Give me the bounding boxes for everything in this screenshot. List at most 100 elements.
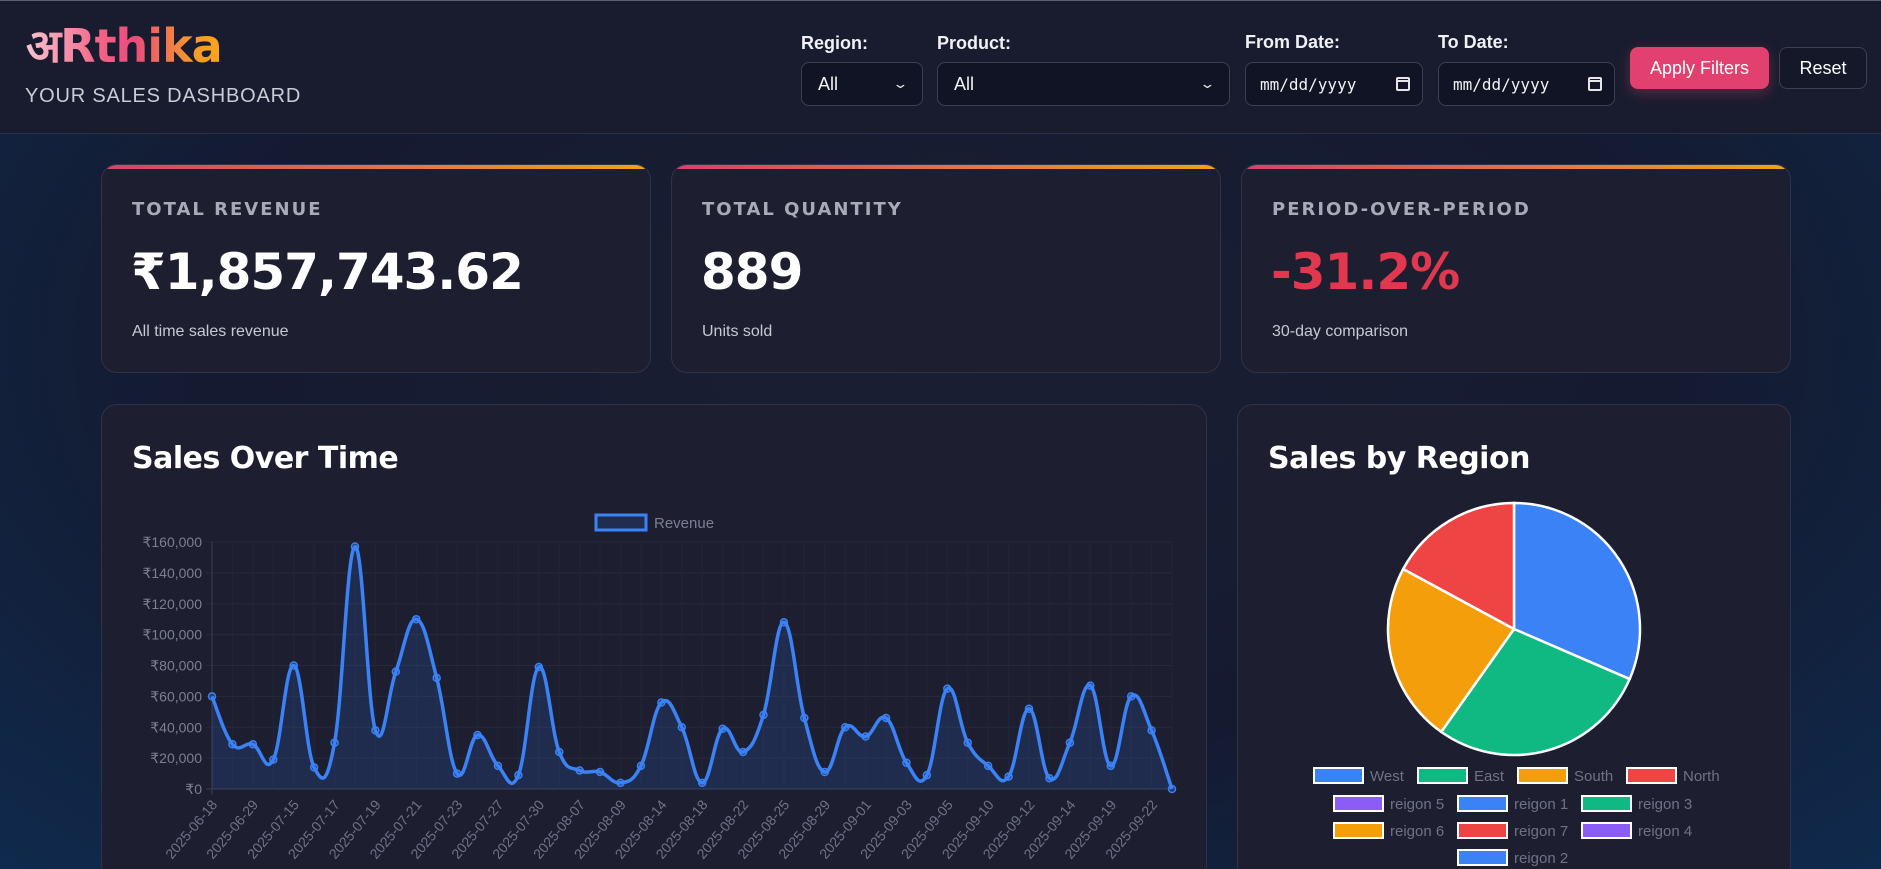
data-point (371, 726, 380, 735)
kpi-title: TOTAL REVENUE (132, 199, 323, 220)
region-select[interactable]: All ⌄ (801, 62, 923, 106)
data-point (943, 684, 952, 693)
sales-over-time-card: Sales Over Time ₹0 ₹20,000 ₹40,000 ₹60,000 ₹… (101, 404, 1207, 869)
data-point (922, 770, 932, 780)
kpi-subtitle: 30-day comparison (1272, 323, 1409, 340)
region-select-value: All (818, 73, 839, 94)
data-point (452, 769, 462, 778)
kpi-title: PERIOD-OVER-PERIOD (1272, 199, 1531, 220)
to-date-placeholder: mm/dd/yyyy (1453, 74, 1550, 94)
kpi-card-total-revenue: TOTAL REVENUE ₹1,857,743.62 All time sal… (101, 164, 651, 373)
y-tick-label: ₹20,000 (150, 750, 202, 766)
data-point (473, 730, 482, 740)
data-point (554, 747, 564, 757)
data-point (983, 761, 993, 771)
legend-label: North (1683, 768, 1720, 785)
data-point (800, 713, 809, 723)
kpi-card-period-over-period: PERIOD-OVER-PERIOD -31.2% 30-day compari… (1241, 164, 1791, 373)
dashboard-tagline: YOUR SALES DASHBOARD (25, 85, 302, 107)
kpi-subtitle: Units sold (702, 323, 773, 340)
legend-swatch (1333, 822, 1384, 839)
data-point (1086, 681, 1095, 690)
legend-label: Revenue (654, 515, 714, 532)
legend-swatch (1333, 795, 1384, 812)
calendar-icon[interactable] (1588, 77, 1602, 91)
data-point (248, 739, 258, 749)
data-point (309, 763, 319, 772)
to-date-label: To Date: (1438, 32, 1509, 52)
data-point (514, 770, 523, 780)
legend-label: reigon 4 (1638, 823, 1692, 840)
top-header: अRthika YOUR SALES DASHBOARD Region: All… (0, 0, 1881, 134)
data-point (1147, 726, 1156, 735)
legend-swatch (594, 513, 648, 532)
data-point (432, 673, 441, 683)
to-date-input[interactable]: mm/dd/yyyy (1438, 62, 1615, 106)
from-date-label: From Date: (1245, 32, 1341, 52)
calendar-icon[interactable] (1396, 77, 1410, 91)
legend-label: reigon 1 (1514, 796, 1568, 813)
data-point (1004, 772, 1013, 781)
kpi-value: -31.2% (1271, 243, 1460, 301)
y-tick-label: ₹140,000 (142, 565, 202, 581)
data-point (779, 618, 789, 627)
from-date-input[interactable]: mm/dd/yyyy (1245, 62, 1423, 106)
data-point (493, 761, 503, 771)
kpi-value: ₹1,857,743.62 (131, 243, 524, 301)
legend-label: South (1574, 768, 1613, 785)
product-select-value: All (954, 73, 975, 94)
kpi-value: 889 (701, 243, 803, 301)
data-point (1126, 692, 1136, 701)
y-tick-label: ₹120,000 (142, 596, 202, 612)
legend-label: West (1370, 768, 1405, 785)
product-select[interactable]: All ⌄ (937, 62, 1230, 106)
chevron-down-icon: ⌄ (1199, 76, 1216, 91)
kpi-title: TOTAL QUANTITY (702, 199, 903, 220)
legend-swatch (1626, 767, 1677, 784)
data-point (1106, 761, 1115, 771)
data-point (718, 724, 727, 734)
data-point (1045, 773, 1054, 783)
y-tick-label: ₹100,000 (142, 627, 202, 643)
data-point (677, 723, 687, 732)
data-point (636, 761, 646, 771)
data-point (289, 661, 298, 670)
legend-label: East (1474, 768, 1505, 785)
data-point (269, 755, 278, 764)
data-point (616, 778, 625, 788)
region-pie-chart: West East South North reigon 5 reigon 1 reigon… (1313, 501, 1720, 867)
data-point (1167, 784, 1177, 794)
data-point (228, 739, 237, 749)
legend-swatch (1581, 795, 1632, 812)
data-point (840, 723, 850, 732)
legend-swatch (1313, 767, 1364, 784)
legend-swatch (1457, 849, 1508, 866)
data-point (1024, 704, 1034, 713)
data-point (207, 692, 217, 701)
y-tick-label: ₹80,000 (150, 658, 202, 674)
data-point (330, 738, 339, 747)
data-point (963, 738, 972, 747)
legend-label: reigon 7 (1514, 823, 1568, 840)
data-point (575, 766, 584, 775)
data-point (350, 542, 360, 551)
y-tick-label: ₹0 (185, 781, 202, 797)
reset-button[interactable]: Reset (1779, 47, 1867, 89)
sales-line-chart: ₹0 ₹20,000 ₹40,000 ₹60,000 ₹80,000 ₹100,000 ₹1… (142, 513, 1177, 862)
area-fill (212, 546, 1172, 789)
y-tick-label: ₹160,000 (142, 534, 202, 550)
apply-filters-button[interactable]: Apply Filters (1630, 47, 1769, 89)
brand-logo: अRthika (26, 19, 223, 73)
y-tick-label: ₹40,000 (150, 719, 202, 735)
legend-label: reigon 6 (1390, 823, 1444, 840)
kpi-subtitle: All time sales revenue (132, 323, 289, 340)
data-point (595, 767, 605, 777)
data-point (759, 710, 768, 720)
data-point (657, 698, 666, 707)
legend-label: reigon 5 (1390, 796, 1444, 813)
legend-swatch (1457, 795, 1508, 812)
y-tick-label: ₹60,000 (150, 688, 202, 704)
legend-swatch (1517, 767, 1568, 784)
kpi-card-total-quantity: TOTAL QUANTITY 889 Units sold (671, 164, 1221, 373)
data-point (881, 713, 891, 723)
